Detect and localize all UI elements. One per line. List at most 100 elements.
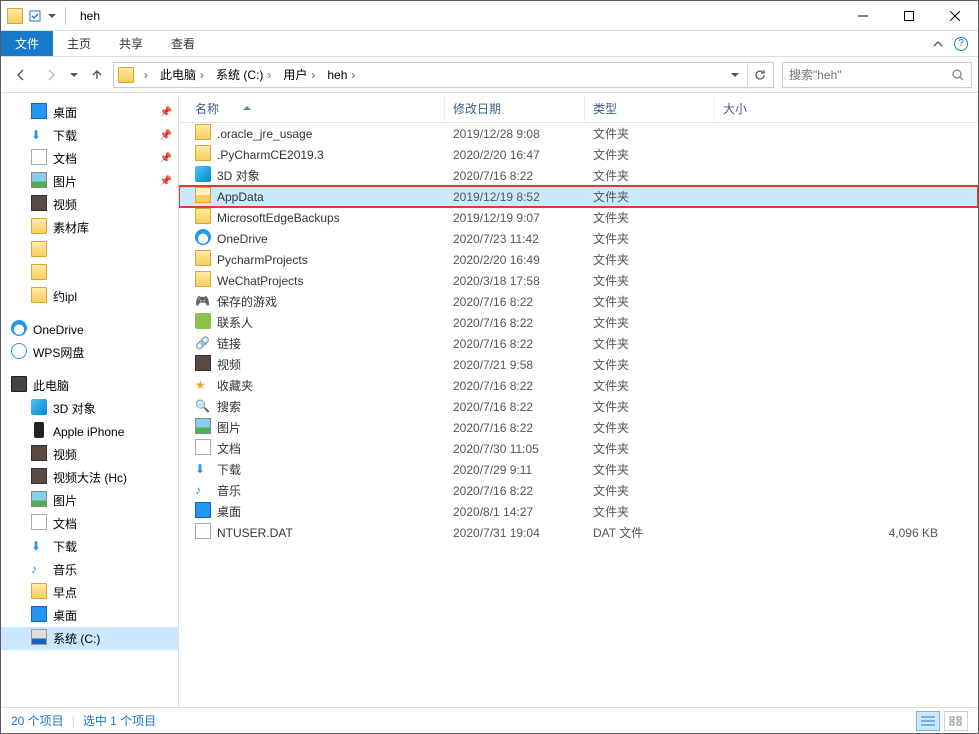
- back-button[interactable]: [7, 61, 35, 89]
- status-selection: 选中 1 个项目: [83, 712, 156, 729]
- nav-item[interactable]: 桌面📌: [1, 101, 178, 124]
- desk-icon: [195, 502, 211, 521]
- search-input[interactable]: [789, 68, 951, 82]
- file-row[interactable]: ★收藏夹2020/7/16 8:22文件夹: [179, 375, 978, 396]
- nav-item[interactable]: 早点: [1, 581, 178, 604]
- forward-button[interactable]: [37, 61, 65, 89]
- nav-item[interactable]: 视频: [1, 443, 178, 466]
- dl-icon: ⬇: [195, 462, 211, 478]
- file-row[interactable]: 视频2020/7/21 9:58文件夹: [179, 354, 978, 375]
- file-row[interactable]: 🔗链接2020/7/16 8:22文件夹: [179, 333, 978, 354]
- nav-item[interactable]: ⬇下载📌: [1, 124, 178, 147]
- status-bar: 20 个项目 | 选中 1 个项目: [1, 707, 978, 733]
- address-bar[interactable]: › 此电脑›系统 (C:)›用户›heh›: [113, 62, 774, 88]
- file-row[interactable]: .PyCharmCE2019.32020/2/20 16:47文件夹: [179, 144, 978, 165]
- vid-icon: [31, 468, 47, 487]
- breadcrumb[interactable]: 用户›: [279, 66, 323, 83]
- music-icon: ♪: [31, 562, 47, 578]
- file-row[interactable]: AppData2019/12/19 8:52文件夹: [179, 186, 978, 207]
- sort-asc-icon: [243, 105, 251, 113]
- file-row[interactable]: .oracle_jre_usage2019/12/28 9:08文件夹: [179, 123, 978, 144]
- search-box[interactable]: [782, 62, 972, 88]
- help-icon[interactable]: ?: [954, 37, 968, 51]
- nav-item[interactable]: 视频: [1, 193, 178, 216]
- up-button[interactable]: [83, 61, 111, 89]
- nav-item[interactable]: 文档📌: [1, 147, 178, 170]
- search-icon[interactable]: [951, 68, 965, 82]
- file-row[interactable]: OneDrive2020/7/23 11:42文件夹: [179, 228, 978, 249]
- nav-item[interactable]: 视频大法 (Hc): [1, 466, 178, 489]
- titlebar: heh: [1, 1, 978, 31]
- nav-item[interactable]: OneDrive: [1, 318, 178, 341]
- nav-item[interactable]: 文档: [1, 512, 178, 535]
- nav-item[interactable]: 桌面: [1, 604, 178, 627]
- column-headers[interactable]: 名称 修改日期 类型 大小: [179, 95, 978, 123]
- nav-item[interactable]: 3D 对象: [1, 397, 178, 420]
- nav-tree[interactable]: 桌面📌⬇下载📌文档📌图片📌视频素材库 约iplOneDriveWPS网盘此电脑3…: [1, 95, 179, 707]
- recent-dropdown-icon[interactable]: [67, 61, 81, 89]
- tab-主页[interactable]: 主页: [53, 31, 105, 56]
- file-row[interactable]: 3D 对象2020/7/16 8:22文件夹: [179, 165, 978, 186]
- file-row[interactable]: 联系人2020/7/16 8:22文件夹: [179, 312, 978, 333]
- nav-item[interactable]: [1, 239, 178, 262]
- file-row[interactable]: PycharmProjects2020/2/20 16:49文件夹: [179, 249, 978, 270]
- column-date[interactable]: 修改日期: [445, 95, 585, 122]
- breadcrumb[interactable]: 系统 (C:)›: [212, 66, 279, 83]
- game-icon: 🎮: [195, 294, 211, 310]
- pin-icon: 📌: [160, 153, 172, 164]
- nav-item[interactable]: ♪音乐: [1, 558, 178, 581]
- tab-查看[interactable]: 查看: [157, 31, 209, 56]
- dl-icon: ⬇: [31, 128, 47, 144]
- column-size[interactable]: 大小: [715, 95, 978, 122]
- tab-file[interactable]: 文件: [1, 31, 53, 56]
- cloud-icon: [11, 320, 27, 339]
- refresh-button[interactable]: [747, 61, 771, 89]
- pin-icon: 📌: [160, 130, 172, 141]
- breadcrumb[interactable]: 此电脑›: [156, 66, 212, 83]
- doc-icon: [31, 514, 47, 533]
- file-row[interactable]: ♪音乐2020/7/16 8:22文件夹: [179, 480, 978, 501]
- ribbon-expand-icon[interactable]: [932, 38, 944, 50]
- nav-item[interactable]: 约ipl: [1, 285, 178, 308]
- ribbon-tabs: 文件 主页共享查看 ?: [1, 31, 978, 57]
- maximize-button[interactable]: [886, 1, 932, 31]
- dl-icon: ⬇: [31, 539, 47, 555]
- file-row[interactable]: ⬇下载2020/7/29 9:11文件夹: [179, 459, 978, 480]
- view-icons-button[interactable]: [944, 711, 968, 731]
- column-type[interactable]: 类型: [585, 95, 715, 122]
- minimize-button[interactable]: [840, 1, 886, 31]
- nav-item[interactable]: 素材库: [1, 216, 178, 239]
- view-details-button[interactable]: [916, 711, 940, 731]
- nav-item[interactable]: Apple iPhone: [1, 420, 178, 443]
- file-row[interactable]: 🔍搜索2020/7/16 8:22文件夹: [179, 396, 978, 417]
- file-row[interactable]: 🎮保存的游戏2020/7/16 8:22文件夹: [179, 291, 978, 312]
- nav-item[interactable]: 此电脑: [1, 374, 178, 397]
- nav-item[interactable]: ⬇下载: [1, 535, 178, 558]
- close-button[interactable]: [932, 1, 978, 31]
- tab-共享[interactable]: 共享: [105, 31, 157, 56]
- img-icon: [31, 491, 47, 510]
- file-row[interactable]: 文档2020/7/30 11:05文件夹: [179, 438, 978, 459]
- file-list[interactable]: .oracle_jre_usage2019/12/28 9:08文件夹.PyCh…: [179, 123, 978, 707]
- column-name[interactable]: 名称: [187, 95, 445, 122]
- music-icon: ♪: [195, 483, 211, 499]
- address-dropdown-icon[interactable]: [725, 61, 745, 89]
- file-row[interactable]: WeChatProjects2020/3/18 17:58文件夹: [179, 270, 978, 291]
- nav-item[interactable]: 图片📌: [1, 170, 178, 193]
- folder-icon: [31, 241, 47, 260]
- file-row[interactable]: 桌面2020/8/1 14:27文件夹: [179, 501, 978, 522]
- folder-icon: [31, 287, 47, 306]
- qat-dropdown-icon[interactable]: [47, 8, 57, 24]
- file-row[interactable]: NTUSER.DAT2020/7/31 19:04DAT 文件4,096 KB: [179, 522, 978, 543]
- nav-item[interactable]: WPS网盘: [1, 341, 178, 364]
- window-title: heh: [74, 9, 100, 23]
- doc-icon: [31, 149, 47, 168]
- file-row[interactable]: MicrosoftEdgeBackups2019/12/19 9:07文件夹: [179, 207, 978, 228]
- nav-item[interactable]: [1, 262, 178, 285]
- folder-icon: [195, 124, 211, 143]
- nav-item[interactable]: 图片: [1, 489, 178, 512]
- breadcrumb[interactable]: heh›: [323, 66, 363, 83]
- qat-props-icon[interactable]: [27, 8, 43, 24]
- file-row[interactable]: 图片2020/7/16 8:22文件夹: [179, 417, 978, 438]
- nav-item[interactable]: 系统 (C:): [1, 627, 178, 650]
